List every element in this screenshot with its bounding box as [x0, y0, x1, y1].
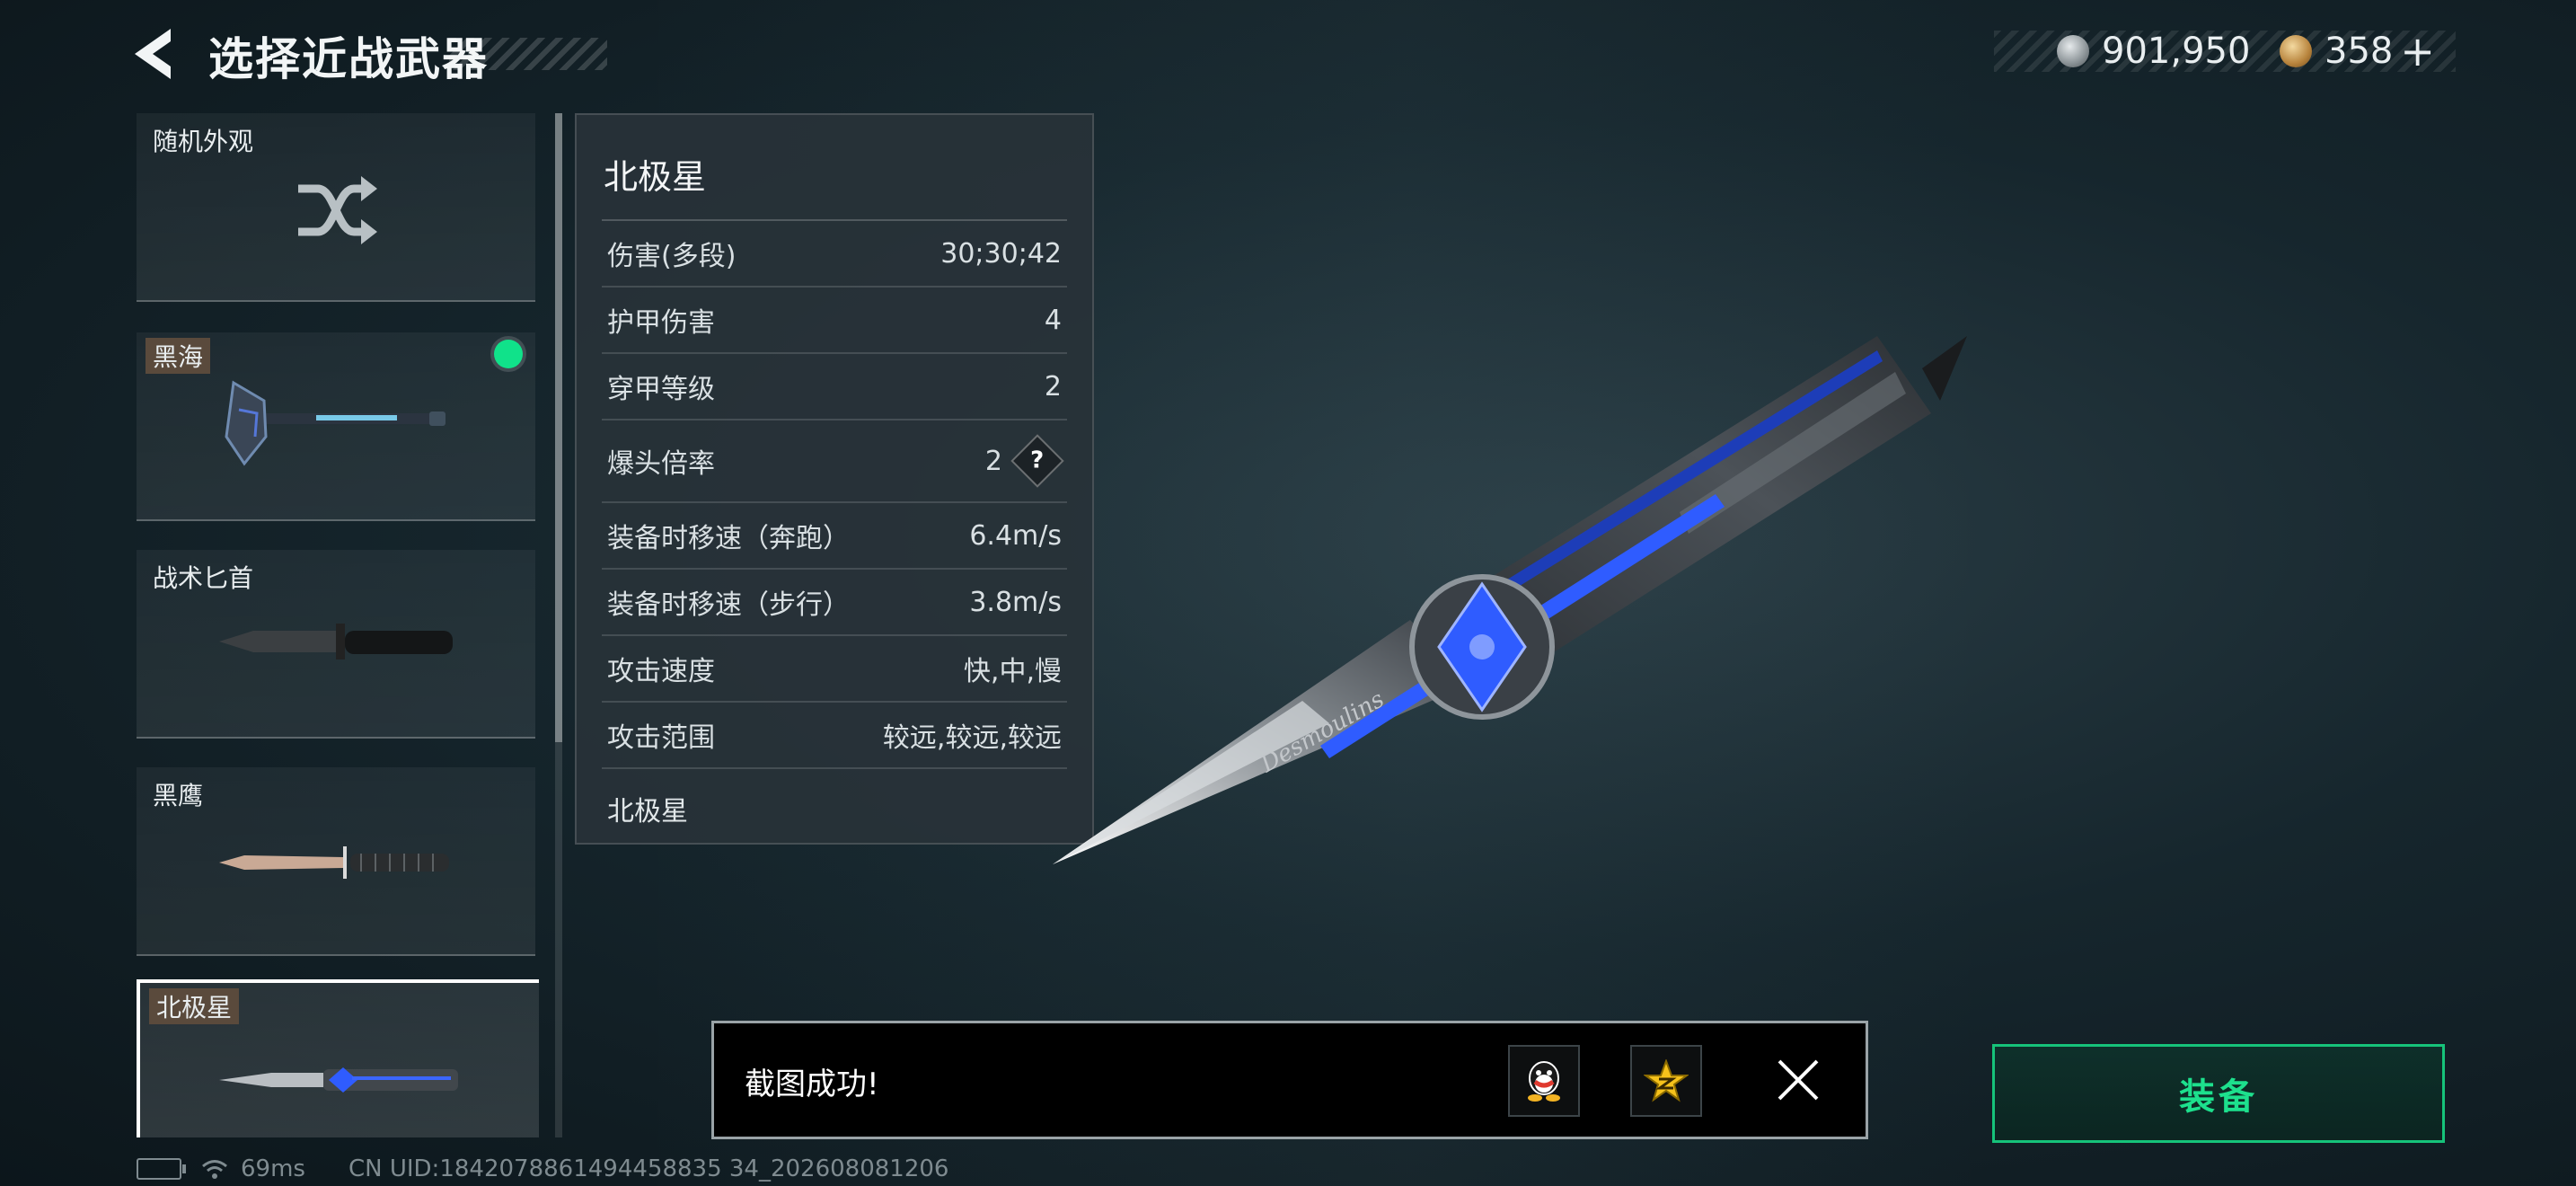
- stat-label: 爆头倍率: [607, 448, 715, 480]
- currency-silver: 901,950: [2057, 31, 2250, 72]
- share-qzone-button[interactable]: [1630, 1045, 1702, 1117]
- uid-text: CN UID:1842078861494458835 34_2026080812…: [348, 1155, 949, 1182]
- stat-row-attack-range: 攻击范围 较远,较远,较远: [602, 703, 1067, 769]
- screenshot-toast: 截图成功!: [711, 1021, 1868, 1139]
- currency-gold-value: 358: [2325, 31, 2394, 72]
- list-scroll-thumb[interactable]: [555, 113, 562, 742]
- list-item-heihai[interactable]: 黑海: [137, 332, 535, 521]
- stat-row-damage: 伤害(多段) 30;30;42: [602, 221, 1067, 288]
- dagger-weapon-image: [219, 846, 449, 879]
- stat-value: 30;30;42: [940, 237, 1062, 270]
- stat-label: 护甲伤害: [607, 307, 715, 339]
- shuffle-icon: [298, 176, 377, 244]
- close-icon[interactable]: [1774, 1056, 1822, 1104]
- ping-text: 69ms: [241, 1155, 305, 1182]
- stat-label: 攻击速度: [607, 656, 715, 687]
- page-title: 选择近战武器: [208, 33, 489, 85]
- list-item-random[interactable]: 随机外观: [137, 113, 535, 302]
- stat-label: 装备时移速（奔跑）: [607, 523, 850, 554]
- gold-coin-icon: [2280, 35, 2312, 67]
- stat-label: 装备时移速（步行）: [607, 589, 850, 621]
- stat-row-armor-damage: 护甲伤害 4: [602, 288, 1067, 354]
- item-name: 黑海: [146, 338, 211, 374]
- stat-row-penetration: 穿甲等级 2: [602, 354, 1067, 420]
- silver-coin-icon: [2057, 35, 2089, 67]
- stat-row-run-speed: 装备时移速（奔跑） 6.4m/s: [602, 503, 1067, 570]
- qq-penguin-icon: [1528, 1061, 1560, 1102]
- equip-label: 装备: [2179, 1076, 2258, 1118]
- stat-label: 伤害(多段): [607, 241, 737, 272]
- stat-row-walk-speed: 装备时移速（步行） 3.8m/s: [602, 570, 1067, 636]
- polaris-weapon-image: [219, 1067, 458, 1093]
- weapon-description: 北极星: [607, 796, 688, 828]
- list-item-tactical-knife[interactable]: 战术匕首: [137, 550, 535, 739]
- stat-label: 穿甲等级: [607, 374, 715, 405]
- axe-weapon-image: [225, 380, 446, 466]
- stat-row-headshot: 爆头倍率 2 ?: [602, 420, 1067, 503]
- back-arrow-icon: [135, 29, 171, 79]
- title-decoration: [449, 38, 607, 70]
- currency-silver-value: 901,950: [2102, 31, 2251, 72]
- share-qq-button[interactable]: [1508, 1045, 1580, 1117]
- item-name: 随机外观: [153, 127, 254, 156]
- item-name: 战术匕首: [153, 563, 254, 593]
- weapon-list: 随机外观 黑海 战术匕首 黑鹰 北极星: [137, 113, 539, 1137]
- toast-message: 截图成功!: [745, 1067, 879, 1102]
- item-name: 北极星: [149, 988, 240, 1024]
- wifi-icon: [202, 1160, 227, 1179]
- add-currency-icon[interactable]: +: [2400, 27, 2435, 75]
- polaris-weapon-render: Desmoulins: [1053, 336, 1967, 864]
- qzone-star-icon: [1644, 1059, 1689, 1102]
- currency-bar: 901,950 358 +: [1994, 27, 2456, 75]
- knife-weapon-image: [219, 624, 453, 659]
- stat-row-attack-speed: 攻击速度 快,中,慢: [602, 636, 1067, 703]
- stat-value: 2: [984, 445, 1002, 477]
- equipped-indicator: [494, 340, 523, 368]
- list-item-heiying[interactable]: 黑鹰: [137, 767, 535, 956]
- stat-label: 攻击范围: [607, 722, 715, 754]
- weapon-stats-panel: 北极星 伤害(多段) 30;30;42 护甲伤害 4 穿甲等级 2 爆头倍率 2…: [575, 113, 1094, 845]
- list-item-polaris[interactable]: 北极星: [137, 979, 539, 1137]
- battery-icon: [137, 1158, 186, 1180]
- item-name: 黑鹰: [153, 781, 204, 810]
- status-bar: 69ms CN UID:1842078861494458835 34_20260…: [137, 1155, 948, 1182]
- currency-gold[interactable]: 358 +: [2280, 27, 2435, 75]
- back-button[interactable]: [131, 27, 181, 81]
- equip-button[interactable]: 装备: [1992, 1044, 2445, 1143]
- weapon-name: 北极星: [604, 157, 707, 197]
